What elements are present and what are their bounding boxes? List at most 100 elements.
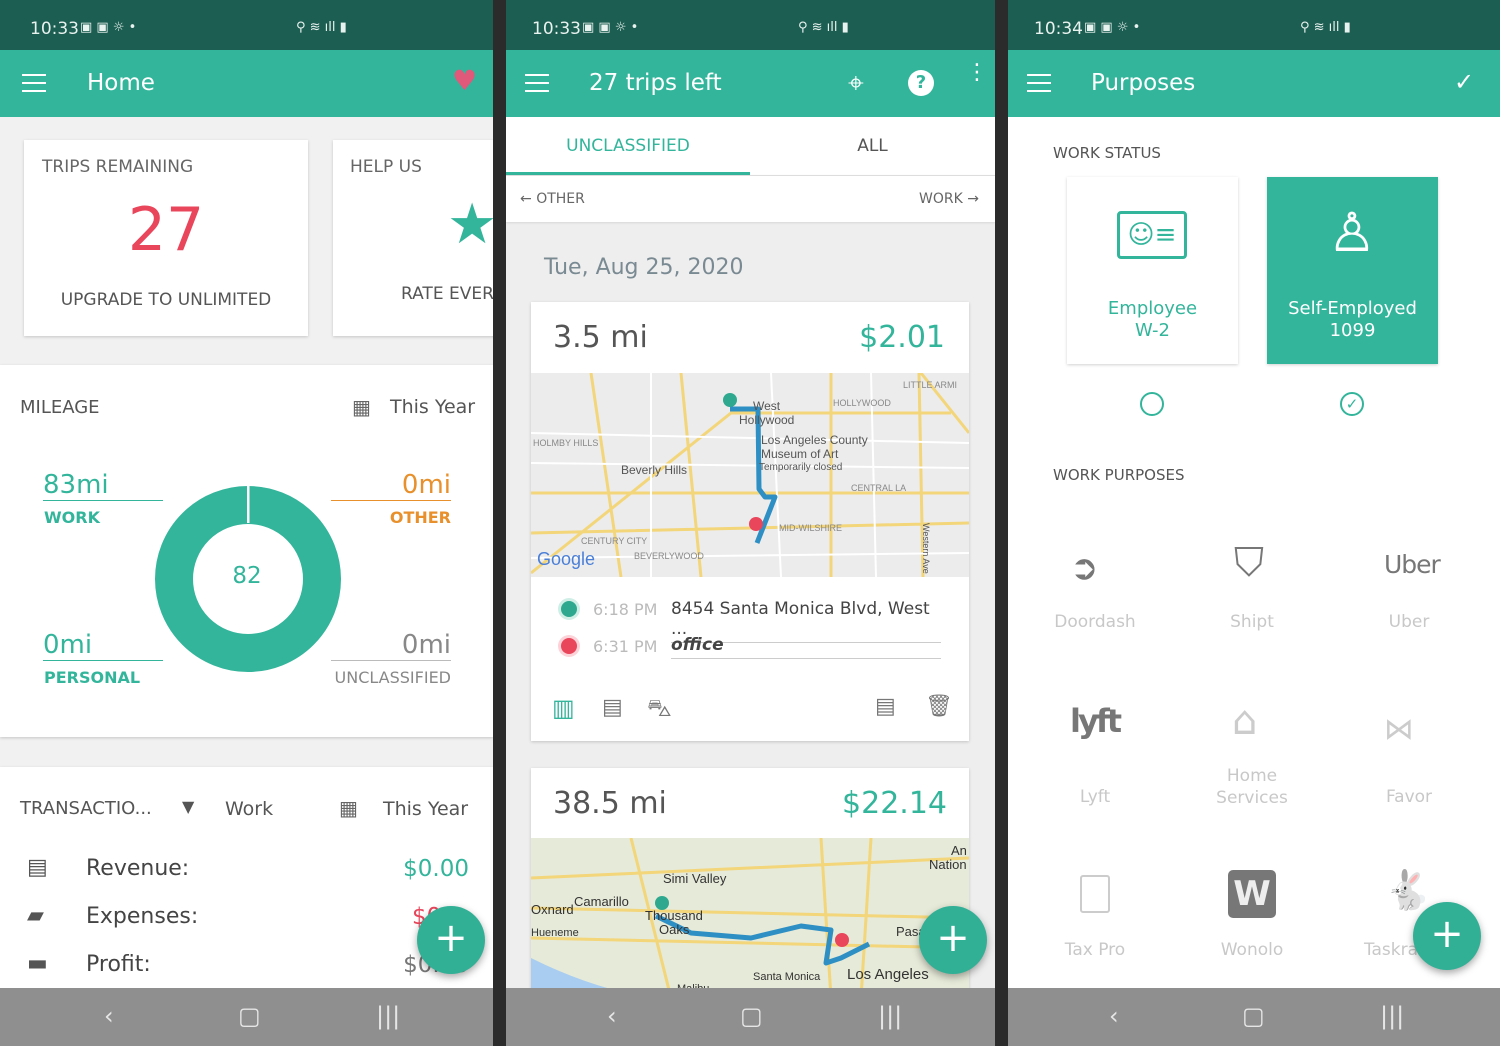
app-bar: 27 trips left ⌖ ? ⋮ (506, 50, 995, 117)
purpose-tax-pro[interactable]: Tax Pro (1020, 940, 1170, 960)
shipt-icon[interactable]: ⛉ (1234, 540, 1264, 586)
home-button[interactable]: ▢ (740, 1002, 763, 1030)
map-label: Simi Valley (663, 871, 727, 886)
back-button[interactable]: ‹ (607, 1002, 617, 1030)
trip-card[interactable]: 3.5 mi $2.01 West Hollywood HOLLYWOOD LI… (531, 302, 969, 741)
back-button[interactable]: ‹ (1109, 1002, 1119, 1030)
help-us-card[interactable]: HELP US ★ RATE EVER (333, 140, 493, 336)
expenses-label: Expenses: (86, 904, 199, 929)
tab-all[interactable]: ALL (750, 136, 995, 156)
trip-map[interactable]: Simi Valley Camarillo Oxnard Thousand Oa… (531, 838, 969, 998)
system-icons: ⚲ ≋ ıll ▮ (296, 20, 347, 35)
self-employed-line1: Self-Employed (1288, 298, 1417, 319)
home-button[interactable]: ▢ (238, 1002, 261, 1030)
dropdown-arrow-icon[interactable]: ▼ (182, 797, 194, 816)
car-icon[interactable]: ⛍ (647, 694, 672, 725)
map-label: Western Ave (921, 523, 931, 574)
taskrabbit-icon[interactable]: 🐇 (1384, 868, 1431, 913)
map-label: Temporarily closed (759, 462, 842, 473)
calculator-icon[interactable] (1080, 875, 1110, 913)
gps-target-icon[interactable]: ⌖ (848, 66, 864, 100)
menu-icon[interactable] (525, 74, 549, 92)
calendar-icon[interactable]: ▦ (352, 395, 371, 419)
comment-icon[interactable]: ▤ (875, 694, 896, 719)
lyft-icon[interactable]: lyft (1070, 702, 1122, 740)
transactions-filter[interactable]: Work (225, 798, 273, 820)
other-value: 0mi (331, 470, 451, 501)
map-label: West (753, 399, 781, 413)
purpose-doordash[interactable]: Doordash (1020, 612, 1170, 632)
map-label: Museum of Art (761, 447, 839, 461)
purposes-screen: 10:34 ▣ ▣ ☼ • ⚲ ≋ ıll ▮ Purposes ✓ WORK … (1008, 0, 1500, 1046)
employee-radio[interactable] (1140, 392, 1164, 416)
end-address[interactable]: office (671, 635, 941, 659)
more-options-icon[interactable]: ⋮ (966, 62, 988, 84)
swipe-hint-bar: ← OTHER WORK → (506, 175, 995, 222)
doordash-icon[interactable]: ➲ (1070, 548, 1099, 588)
self-employed-1099-option[interactable]: ♙ Self-Employed 1099 (1267, 177, 1438, 364)
mileage-period[interactable]: This Year (390, 396, 475, 418)
map-label: BEVERLYWOOD (634, 551, 704, 561)
employee-w2-option[interactable]: ☺≡ Employee W-2 (1067, 177, 1238, 364)
heart-icon[interactable]: ♥ (452, 64, 477, 97)
trips-label: TRIPS REMAINING (42, 157, 194, 177)
cash-icon: ▤ (27, 855, 48, 880)
upgrade-link[interactable]: UPGRADE TO UNLIMITED (24, 290, 308, 310)
add-trip-button[interactable]: + (919, 906, 987, 974)
card-payment-icon: ▰ (27, 903, 44, 928)
map-label: Santa Monica (753, 971, 821, 983)
purpose-lyft[interactable]: Lyft (1020, 787, 1170, 807)
mileage-title: MILEAGE (20, 397, 100, 418)
purpose-shipt[interactable]: Shipt (1177, 612, 1327, 632)
map-label: Oxnard (531, 902, 574, 917)
map-label: Oaks (659, 922, 690, 937)
purpose-home-services[interactable]: Home Services (1202, 765, 1302, 809)
tab-unclassified[interactable]: UNCLASSIFIED (506, 136, 750, 156)
other-label: OTHER (389, 508, 451, 527)
trip-date: Tue, Aug 25, 2020 (544, 255, 744, 280)
work-label: WORK (44, 508, 100, 527)
map-label: Camarillo (574, 894, 629, 909)
trip-map[interactable]: West Hollywood HOLLYWOOD LITTLE ARMI Los… (531, 373, 969, 577)
status-bar: 10:34 ▣ ▣ ☼ • ⚲ ≋ ıll ▮ (1008, 0, 1500, 50)
menu-icon[interactable] (1027, 74, 1051, 92)
trips-screen: 10:33 ▣ ▣ ☼ • ⚲ ≋ ıll ▮ 27 trips left ⌖ … (506, 0, 995, 1046)
recents-button[interactable]: ||| (878, 1002, 902, 1030)
rate-link[interactable]: RATE EVER (401, 284, 493, 304)
notes-icon[interactable]: ▤ (602, 695, 623, 720)
map-icon[interactable]: ▥ (552, 694, 575, 722)
checkmark-icon[interactable]: ✓ (1454, 68, 1474, 96)
home-button[interactable]: ▢ (1242, 1002, 1265, 1030)
status-time: 10:34 (1034, 19, 1083, 39)
status-time: 10:33 (532, 19, 581, 39)
notification-icons: ▣ ▣ ☼ • (1084, 20, 1141, 35)
trip-amount: $2.01 (859, 320, 945, 355)
tab-bar: UNCLASSIFIED ALL (506, 117, 995, 175)
favor-bowtie-icon[interactable]: ⋈ (1384, 712, 1414, 747)
add-purpose-button[interactable]: + (1413, 902, 1481, 970)
purpose-wonolo[interactable]: Wonolo (1177, 940, 1327, 960)
app-bar: Purposes ✓ (1008, 50, 1500, 117)
map-label: HOLLYWOOD (833, 398, 891, 408)
purpose-uber[interactable]: Uber (1334, 612, 1484, 632)
menu-icon[interactable] (22, 74, 46, 92)
calendar-icon[interactable]: ▦ (339, 796, 358, 820)
self-employed-radio-checked[interactable]: ✓ (1340, 392, 1364, 416)
delete-icon[interactable]: 🗑 (925, 694, 953, 719)
purpose-favor[interactable]: Favor (1334, 787, 1484, 807)
revenue-value: $0.00 (403, 856, 469, 882)
add-button[interactable]: + (417, 906, 485, 974)
recents-button[interactable]: ||| (376, 1002, 400, 1030)
end-pin-icon (835, 933, 849, 947)
system-icons: ⚲ ≋ ıll ▮ (798, 20, 849, 35)
recents-button[interactable]: ||| (1380, 1002, 1404, 1030)
wonolo-icon[interactable]: W (1228, 870, 1276, 918)
uber-icon[interactable]: Uber (1384, 550, 1441, 579)
home-services-icon[interactable]: ⌂ (1232, 698, 1257, 744)
trips-remaining-card[interactable]: TRIPS REMAINING 27 UPGRADE TO UNLIMITED (24, 140, 308, 336)
notification-icons: ▣ ▣ ☼ • (582, 20, 639, 35)
notification-icons: ▣ ▣ ☼ • (80, 20, 137, 35)
back-button[interactable]: ‹ (104, 1002, 114, 1030)
help-icon[interactable]: ? (908, 70, 934, 96)
transactions-period[interactable]: This Year (383, 798, 468, 820)
